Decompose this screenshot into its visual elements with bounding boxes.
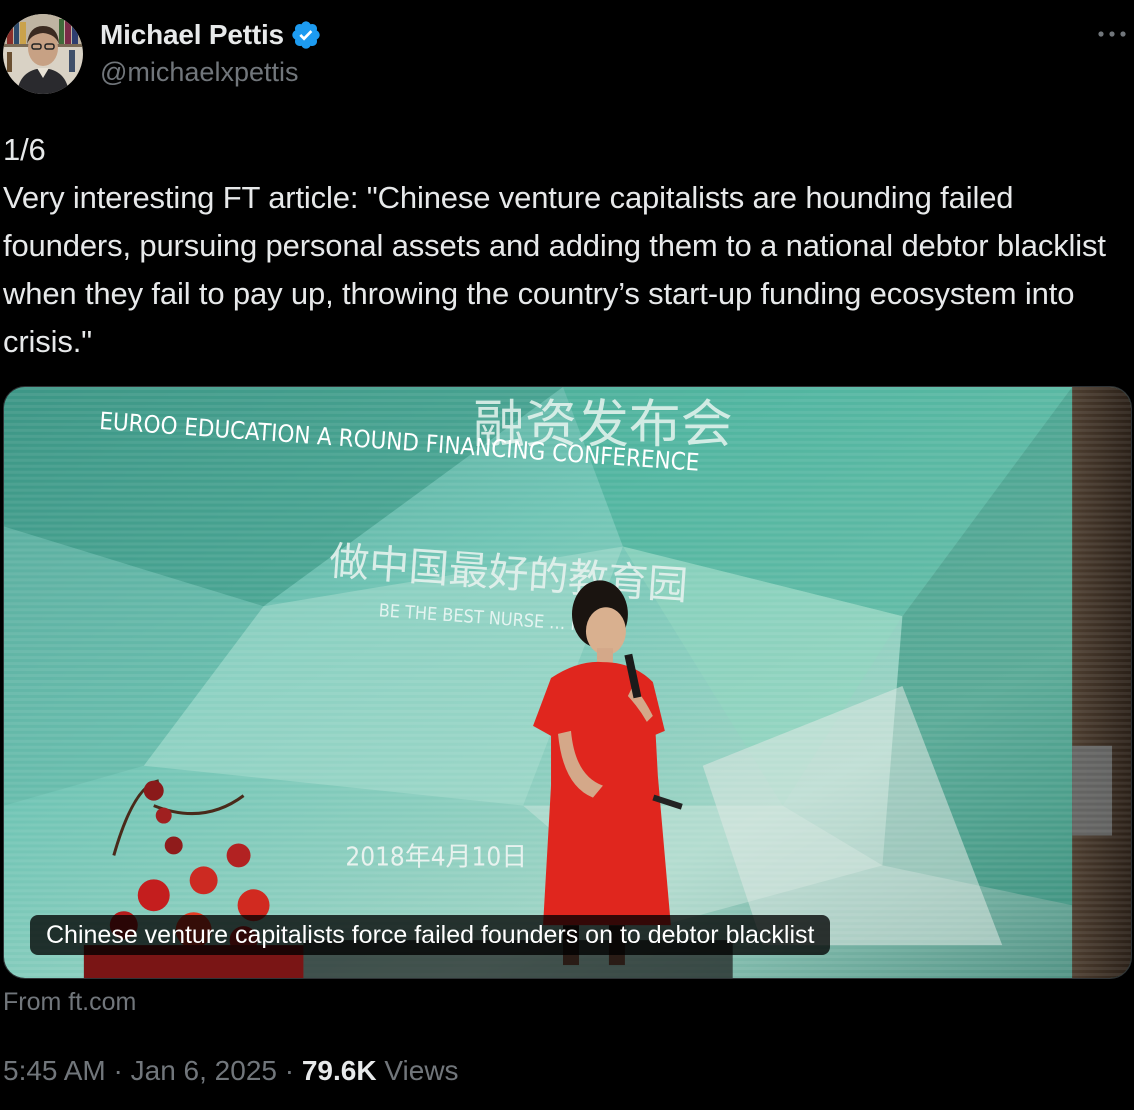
author-handle[interactable]: @michaelxpettis: [100, 57, 298, 88]
tweet-date[interactable]: Jan 6, 2025: [131, 1055, 277, 1086]
verified-badge-icon: [290, 19, 322, 51]
tweet-meta: 5:45 AM · Jan 6, 2025 · 79.6K Views: [3, 1055, 459, 1087]
tweet-body-text: 1/6 Very interesting FT article: "Chines…: [3, 132, 1106, 359]
link-preview-card[interactable]: 融资发布会 EUROO EDUCATION A ROUND FINANCING …: [3, 386, 1132, 979]
article-thumbnail-image: 融资发布会 EUROO EDUCATION A ROUND FINANCING …: [4, 387, 1131, 978]
meta-separator: ·: [113, 1055, 123, 1086]
views-count: 79.6K: [301, 1055, 377, 1086]
meta-separator: ·: [284, 1055, 295, 1086]
avatar-image: [3, 14, 83, 94]
author-name-row: Michael Pettis: [100, 16, 322, 54]
author-display-name[interactable]: Michael Pettis: [100, 19, 284, 51]
author-avatar[interactable]: [3, 14, 83, 94]
more-horizontal-icon: [1098, 31, 1126, 37]
views-label: Views: [384, 1055, 459, 1086]
more-options-button[interactable]: [1092, 18, 1132, 50]
tweet-header: Michael Pettis @michaelxpettis: [0, 0, 1134, 110]
link-card-title: Chinese venture capitalists force failed…: [30, 915, 831, 955]
banner-date-text: 2018年4月10日: [345, 842, 527, 872]
tweet-timestamp[interactable]: 5:45 AM: [3, 1055, 106, 1086]
link-source[interactable]: From ft.com: [3, 988, 136, 1017]
